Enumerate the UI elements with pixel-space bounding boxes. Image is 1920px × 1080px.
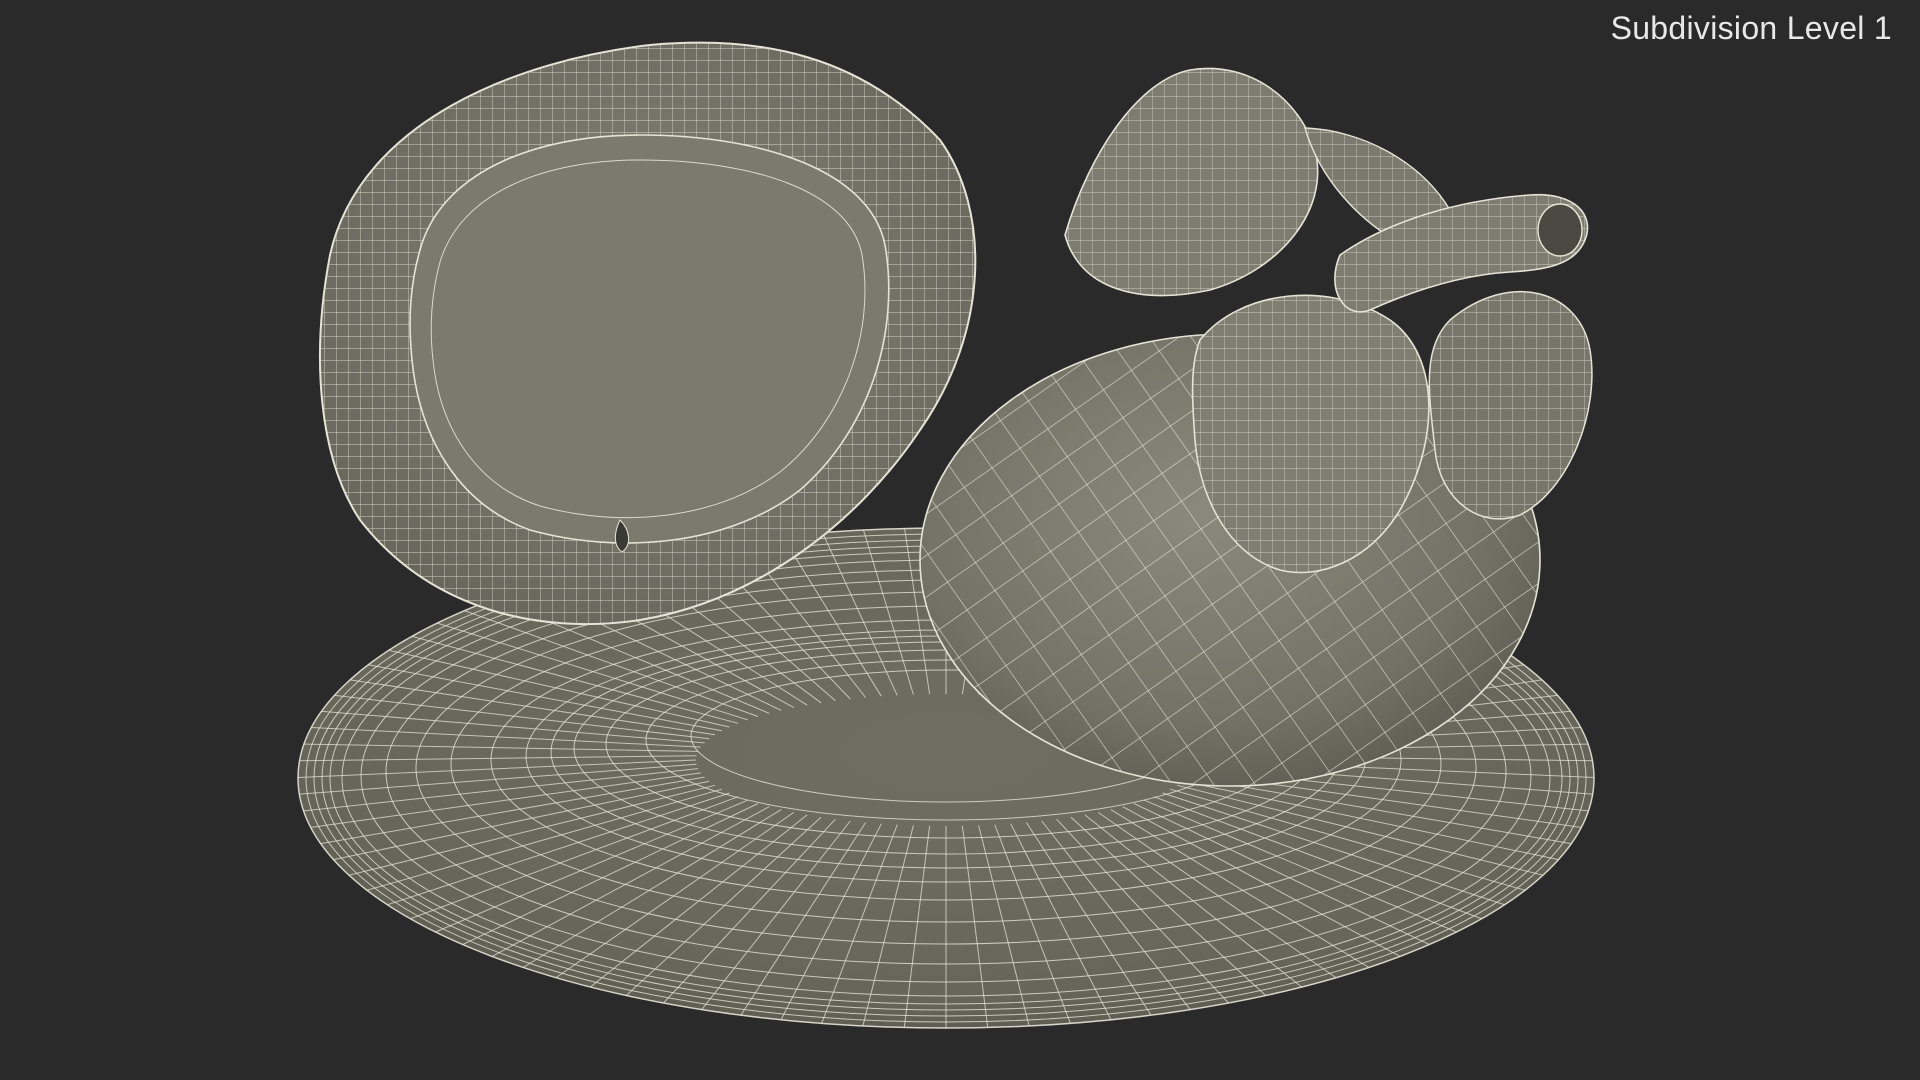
subdivision-level-label: Subdivision Level 1 [1610,10,1892,46]
3d-viewport[interactable]: Subdivision Level 1 [0,0,1920,1080]
wireframe-scene [297,41,1595,1029]
